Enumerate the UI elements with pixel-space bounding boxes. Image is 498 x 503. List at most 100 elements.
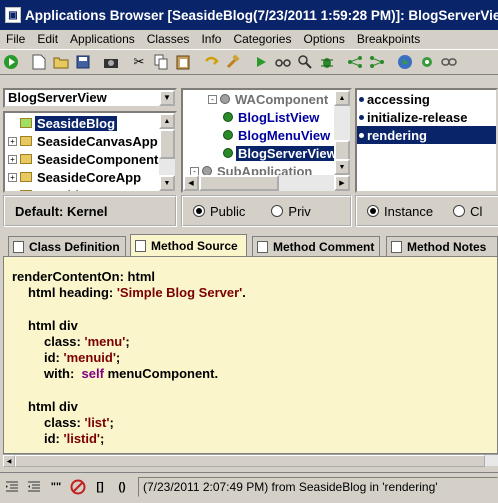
- bug-icon[interactable]: [316, 51, 338, 73]
- public-radio[interactable]: [193, 205, 205, 217]
- search-icon[interactable]: [294, 51, 316, 73]
- method-source-editor[interactable]: renderContentOn: html html heading: 'Sim…: [3, 256, 498, 454]
- class-label[interactable]: Cl: [470, 204, 482, 219]
- scroll-right-icon[interactable]: ▶: [334, 175, 350, 191]
- scroll-up-icon[interactable]: ▲: [159, 113, 175, 129]
- menu-applications[interactable]: Applications: [64, 32, 141, 46]
- new-icon[interactable]: [28, 51, 50, 73]
- expand-icon[interactable]: +: [8, 172, 17, 182]
- scroll-down-icon[interactable]: ▼: [334, 159, 350, 175]
- application-item[interactable]: + SeasideCanvasApp: [5, 132, 175, 150]
- glasses-icon[interactable]: [272, 51, 294, 73]
- application-label: SeasideDeve: [35, 188, 119, 192]
- class-icon: [220, 94, 230, 104]
- menu-file[interactable]: File: [0, 32, 31, 46]
- menu-info[interactable]: Info: [195, 32, 227, 46]
- class-icon: [223, 148, 233, 158]
- class-tree-vscroll[interactable]: ▲ ▼: [334, 90, 350, 175]
- application-item[interactable]: SeasideBlog: [5, 114, 175, 132]
- application-label: SeasideCoreApp: [37, 169, 142, 185]
- menu-edit[interactable]: Edit: [31, 32, 64, 46]
- class-label: WAComponent: [235, 91, 329, 107]
- paste-icon[interactable]: [172, 51, 194, 73]
- class-tree-icon[interactable]: [344, 51, 366, 73]
- undo-icon[interactable]: [200, 51, 222, 73]
- tab-method-comment[interactable]: Method Comment: [252, 236, 380, 256]
- expand-icon[interactable]: +: [8, 154, 17, 164]
- folder-icon: [20, 172, 32, 182]
- scroll-thumb[interactable]: [159, 129, 175, 159]
- app-icon[interactable]: ▣: [5, 7, 21, 23]
- category-item[interactable]: rendering: [357, 126, 496, 144]
- tab-method-source[interactable]: Method Source: [130, 234, 247, 256]
- status-message: (7/23/2011 2:07:49 PM) from SeasideBlog …: [138, 476, 498, 497]
- class-icon: [223, 112, 233, 122]
- visibility-filter: Public Priv: [181, 195, 352, 227]
- scroll-up-icon[interactable]: ▲: [334, 90, 350, 106]
- applications-list[interactable]: SeasideBlog + SeasideCanvasApp + SeasideComp…: [3, 111, 177, 193]
- tab-class-definition[interactable]: Class Definition: [8, 236, 126, 256]
- source-tabs: Class Definition Method Source Method Co…: [0, 234, 498, 256]
- scroll-thumb[interactable]: [15, 455, 485, 467]
- expand-icon[interactable]: +: [8, 190, 17, 191]
- window-title: Applications Browser [SeasideBlog(7/23/2…: [25, 7, 498, 23]
- camera-icon[interactable]: [100, 51, 122, 73]
- run-icon[interactable]: [0, 51, 22, 73]
- chain-icon[interactable]: [438, 51, 460, 73]
- hammer-icon[interactable]: [222, 51, 244, 73]
- play-icon[interactable]: [250, 51, 272, 73]
- expand-icon[interactable]: +: [8, 136, 17, 146]
- network-icon[interactable]: [366, 51, 388, 73]
- category-item[interactable]: accessing: [357, 90, 496, 108]
- application-item[interactable]: + SeasideComponent: [5, 150, 175, 168]
- menu-options[interactable]: Options: [297, 32, 350, 46]
- globe-icon[interactable]: [394, 51, 416, 73]
- class-dropdown[interactable]: BlogServerView ▼: [3, 88, 177, 108]
- cut-icon[interactable]: ✂: [128, 51, 150, 73]
- scroll-left-icon[interactable]: ◀: [183, 175, 199, 191]
- class-label: BlogListView: [238, 109, 320, 125]
- chevron-down-icon[interactable]: ▼: [159, 90, 175, 106]
- instance-radio[interactable]: [367, 205, 379, 217]
- class-tree-item[interactable]: BlogMenuView: [183, 126, 350, 144]
- category-label: accessing: [367, 91, 430, 107]
- tab-method-notes[interactable]: Method Notes: [386, 236, 498, 256]
- menu-categories[interactable]: Categories: [227, 32, 297, 46]
- toolbar: ✂: [0, 49, 498, 75]
- expand-icon[interactable]: -: [208, 94, 217, 104]
- class-tree-item[interactable]: - WAComponent: [183, 90, 350, 108]
- scope-filter: Instance Cl: [355, 195, 498, 227]
- applications-vscroll[interactable]: ▲ ▼: [159, 113, 175, 191]
- private-radio[interactable]: [271, 205, 284, 217]
- save-icon[interactable]: [72, 51, 94, 73]
- instance-label[interactable]: Instance: [384, 204, 433, 219]
- format-parens-button[interactable]: (): [112, 477, 132, 497]
- editor-hscroll[interactable]: ◀: [3, 454, 498, 467]
- application-item[interactable]: + SeasideCoreApp: [5, 168, 175, 186]
- application-item[interactable]: + SeasideDeve: [5, 186, 175, 192]
- settings-icon[interactable]: [416, 51, 438, 73]
- indent-icon[interactable]: [2, 477, 22, 497]
- format-quotes-button[interactable]: "": [46, 477, 66, 497]
- category-item[interactable]: initialize-release: [357, 108, 496, 126]
- class-hierarchy-tree[interactable]: - WAComponent BlogListView BlogMenuView Blog…: [181, 88, 352, 193]
- open-icon[interactable]: [50, 51, 72, 73]
- format-brackets-button[interactable]: []: [90, 477, 110, 497]
- categories-list[interactable]: accessing initialize-release rendering: [355, 88, 498, 193]
- class-tree-hscroll[interactable]: ◀ ▶: [183, 175, 350, 191]
- no-entry-icon[interactable]: [68, 477, 88, 497]
- menu-breakpoints[interactable]: Breakpoints: [351, 32, 426, 46]
- outdent-icon[interactable]: [24, 477, 44, 497]
- public-label[interactable]: Public: [210, 204, 245, 219]
- scroll-thumb[interactable]: [199, 175, 279, 191]
- class-radio[interactable]: [453, 205, 466, 217]
- private-label[interactable]: Priv: [288, 204, 310, 219]
- copy-icon[interactable]: [150, 51, 172, 73]
- class-tree-item[interactable]: BlogListView: [183, 108, 350, 126]
- default-app-label: Default: Kernel: [15, 203, 108, 219]
- scroll-down-icon[interactable]: ▼: [159, 175, 175, 191]
- class-tree-item[interactable]: BlogServerView: [183, 144, 350, 162]
- menu-classes[interactable]: Classes: [141, 32, 196, 46]
- scroll-left-icon[interactable]: ◀: [3, 455, 15, 467]
